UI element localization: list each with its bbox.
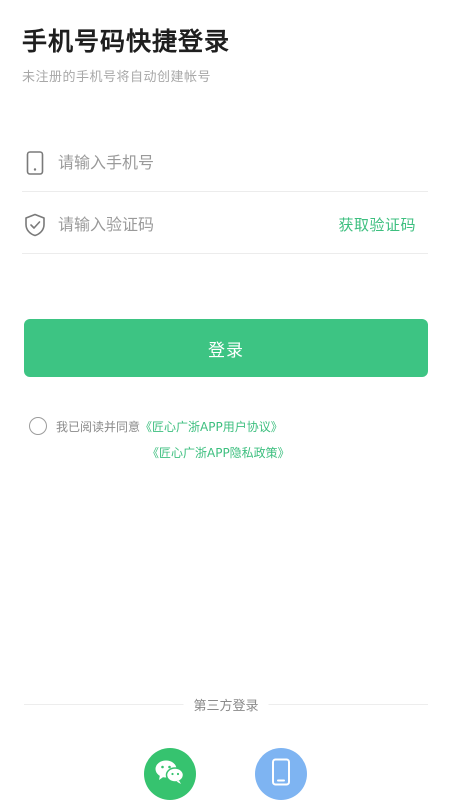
page-title: 手机号码快捷登录 (22, 27, 231, 56)
page-subtitle: 未注册的手机号将自动创建帐号 (22, 70, 212, 85)
wechat-login-button[interactable] (144, 748, 196, 800)
mobile-icon (22, 150, 48, 176)
user-agreement-link[interactable]: 《匠心广浙APP用户协议》 (140, 420, 283, 434)
agreement-prefix: 我已阅读并同意 (56, 420, 141, 434)
login-page: 手机号码快捷登录 未注册的手机号将自动创建帐号 获取验证码 登录 我已阅读并同意… (0, 0, 450, 800)
third-party-label: 第三方登录 (183, 695, 269, 714)
phone-icon (271, 758, 291, 790)
shield-check-icon (22, 212, 48, 238)
wechat-icon (154, 758, 186, 790)
login-button[interactable]: 登录 (24, 319, 428, 377)
code-field: 获取验证码 (22, 196, 428, 254)
phone-login-button[interactable] (255, 748, 307, 800)
phone-input[interactable] (58, 153, 428, 172)
privacy-policy-link[interactable]: 《匠心广浙APP隐私政策》 (147, 446, 290, 460)
phone-field (22, 134, 428, 192)
third-party-divider: 第三方登录 (24, 695, 428, 715)
agreement-text-line2: 《匠心广浙APP隐私政策》 (147, 444, 290, 461)
agreement-text: 我已阅读并同意《匠心广浙APP用户协议》 (56, 418, 283, 435)
agreement-radio[interactable] (29, 417, 47, 435)
code-input[interactable] (58, 215, 339, 234)
get-code-button[interactable]: 获取验证码 (338, 214, 416, 235)
